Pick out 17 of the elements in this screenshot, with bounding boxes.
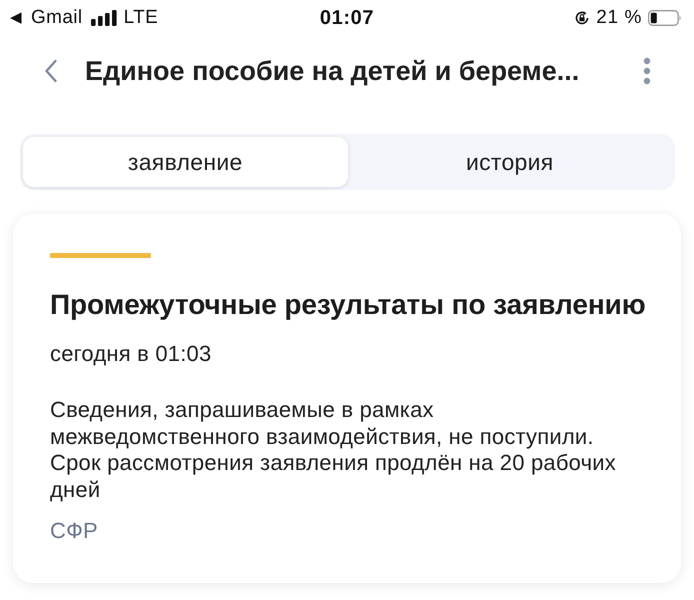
card-title: Промежуточные результаты по заявлению	[50, 288, 644, 322]
tab[interactable]: заявление	[23, 137, 348, 187]
tab[interactable]: история	[348, 137, 672, 187]
chevron-left-icon	[44, 59, 58, 83]
back-arrow[interactable]: ◀	[10, 7, 22, 29]
battery-percent: 21 %	[596, 7, 642, 29]
clock-time: 01:07	[320, 6, 374, 30]
page-title: Единое пособие на детей и береме...	[85, 55, 580, 87]
back-app-label[interactable]: Gmail	[30, 7, 83, 29]
rotation-lock-icon	[574, 10, 590, 26]
card-source: СФР	[50, 518, 99, 544]
card-timestamp: сегодня в 01:03	[50, 341, 212, 367]
vertical-dots-icon	[643, 57, 651, 85]
signal-icon	[90, 10, 117, 26]
network-label: LTE	[124, 7, 158, 29]
card-message: Сведения, запрашиваемые в рамках межведомственного взаимодействия, не поступили. Срок рассмотрения заявления продлён на 20 рабочих дней	[50, 397, 617, 503]
battery-icon	[648, 10, 682, 26]
